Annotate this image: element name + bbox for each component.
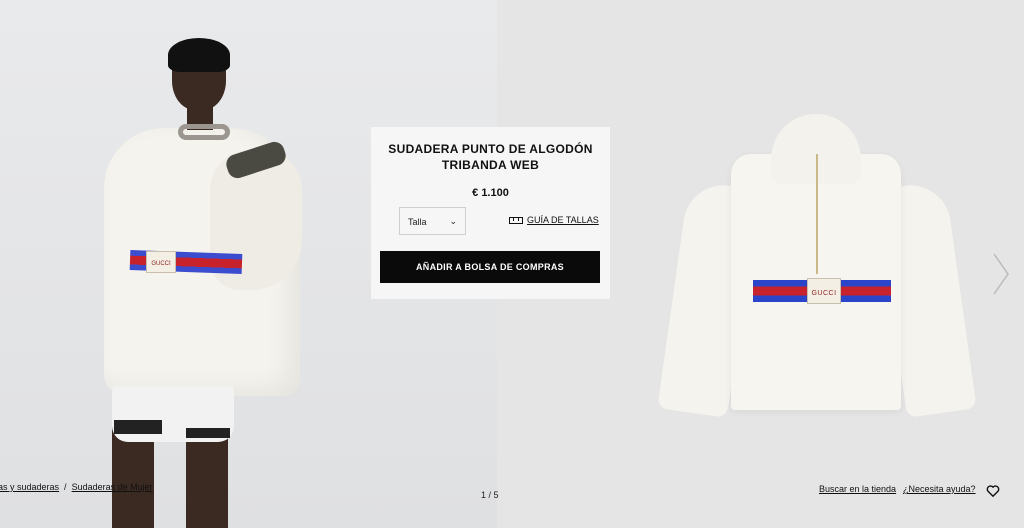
find-in-store-link[interactable]: Buscar en la tienda [819,484,896,494]
product-title: SUDADERA PUNTO DE ALGODÓN TRIBANDA WEB [381,141,600,173]
model-hair [168,38,230,72]
breadcrumb-item[interactable]: Sudaderas de Mujer [72,482,153,492]
brand-label: GUCCI [146,251,176,273]
breadcrumb-separator: / [64,482,67,492]
product-title-line2: TRIBANDA WEB [441,158,540,172]
chevron-down-icon: ⌄ [449,216,457,226]
size-row: Talla ⌄ GUÍA DE TALLAS [381,207,600,237]
add-to-bag-button[interactable]: AÑADIR A BOLSA DE COMPRAS [380,251,600,283]
chevron-right-icon[interactable] [990,252,1012,296]
zipper [816,154,818,274]
breadcrumb: as y sudaderas / Sudaderas de Mujer [0,482,153,492]
need-help-link[interactable]: ¿Necesita ayuda? [903,484,976,494]
size-select-label: Talla [408,217,427,227]
garter [114,420,162,434]
product-info-card: SUDADERA PUNTO DE ALGODÓN TRIBANDA WEB €… [371,127,610,299]
breadcrumb-item[interactable]: as y sudaderas [0,482,59,492]
ruler-icon [509,216,523,224]
product-price: € 1.100 [472,187,509,199]
size-select[interactable]: Talla ⌄ [399,207,466,235]
size-guide-label: GUÍA DE TALLAS [527,215,599,225]
chain-necklace [178,124,230,140]
hoodie-product: GUCCI [657,114,977,418]
size-guide-link[interactable]: GUÍA DE TALLAS [509,215,599,225]
garter [186,428,230,438]
brand-label: GUCCI [807,278,841,304]
image-pager: 1 / 5 [481,490,499,500]
product-title-line1: SUDADERA PUNTO DE ALGODÓN [388,142,593,156]
heart-icon[interactable] [986,484,1000,498]
